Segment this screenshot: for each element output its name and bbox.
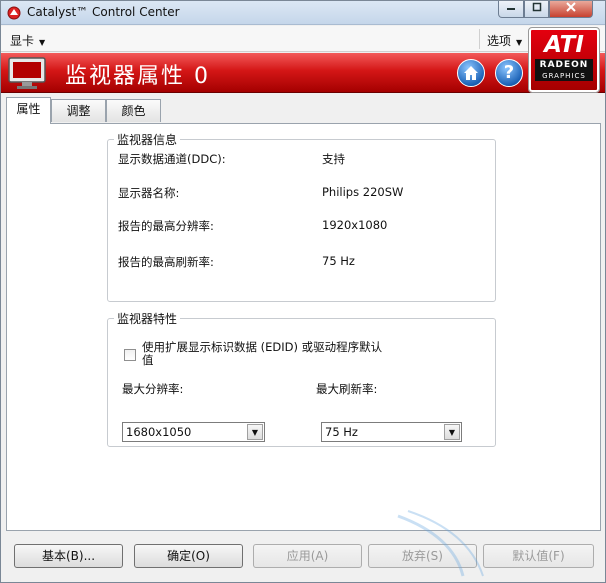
max-refresh-select[interactable]: 75 Hz ▼: [321, 422, 462, 442]
chevron-down-icon: ▼: [39, 38, 46, 47]
catalyst-app-icon: [7, 6, 21, 20]
maximize-icon: [532, 2, 541, 12]
close-button[interactable]: [549, 1, 593, 18]
defaults-button[interactable]: 默认值(F): [483, 544, 594, 568]
home-button[interactable]: [457, 59, 485, 87]
home-icon: [464, 66, 478, 80]
edid-checkbox[interactable]: [124, 349, 136, 361]
menu-options[interactable]: 选项 ▼: [479, 29, 532, 49]
tab-adjust[interactable]: 调整: [51, 99, 106, 122]
chevron-down-icon[interactable]: ▼: [247, 424, 263, 440]
ok-button[interactable]: 确定(O): [134, 544, 243, 568]
basic-button[interactable]: 基本(B)...: [14, 544, 123, 568]
ati-radeon-logo: ATI RADEON GRAPHICS: [528, 27, 600, 93]
chevron-down-icon: ▼: [516, 38, 523, 47]
page-header: 监视器属性 0 ?: [1, 53, 605, 93]
logo-line1: RADEON: [535, 59, 593, 72]
minimize-icon: [507, 8, 515, 10]
info-label-ddc: 显示数据通道(DDC):: [118, 152, 226, 166]
info-value-name: Philips 220SW: [322, 185, 404, 199]
close-icon: [566, 2, 576, 12]
info-value-max-res: 1920x1080: [322, 218, 388, 232]
chevron-down-icon[interactable]: ▼: [444, 424, 460, 440]
help-icon: ?: [503, 62, 515, 83]
max-refresh-label: 最大刷新率:: [316, 382, 378, 396]
group-title: 监视器信息: [114, 131, 181, 148]
title-bar[interactable]: Catalyst™ Control Center: [1, 1, 605, 25]
monitor-traits-group: 监视器特性 使用扩展显示标识数据 (EDID) 或驱动程序默认值 最大分辨率: …: [107, 310, 496, 447]
apply-button[interactable]: 应用(A): [253, 544, 362, 568]
menu-graphics-card[interactable]: 显卡 ▼: [10, 32, 45, 49]
tab-bar: 属性 调整 颜色: [6, 97, 601, 124]
info-label-max-res: 报告的最高分辨率:: [118, 219, 214, 233]
monitor-icon: [8, 57, 46, 89]
menu-graphics-card-label: 显卡: [10, 34, 35, 48]
properties-panel: 监视器信息 显示数据通道(DDC): 支持 显示器名称: Philips 220…: [6, 123, 601, 531]
tab-color[interactable]: 颜色: [106, 99, 161, 122]
menu-options-label: 选项: [487, 34, 512, 48]
help-button[interactable]: ?: [495, 59, 523, 87]
page-title: 监视器属性 0: [65, 64, 210, 89]
maximize-button[interactable]: [524, 1, 549, 18]
discard-button[interactable]: 放弃(S): [368, 544, 477, 568]
info-value-max-refresh: 75 Hz: [322, 254, 355, 268]
tab-properties[interactable]: 属性: [6, 97, 51, 124]
max-resolution-value: 1680x1050: [126, 425, 192, 439]
catalyst-window: Catalyst™ Control Center 显卡 ▼ 选项 ▼ 监视器属性 0: [0, 0, 606, 583]
edid-checkbox-label[interactable]: 使用扩展显示标识数据 (EDID) 或驱动程序默认值: [142, 341, 392, 367]
logo-brand: ATI: [544, 32, 584, 58]
info-value-ddc: 支持: [322, 152, 345, 166]
window-title: Catalyst™ Control Center: [27, 5, 180, 19]
info-label-name: 显示器名称:: [118, 186, 180, 200]
max-resolution-label: 最大分辨率:: [122, 382, 184, 396]
group-title: 监视器特性: [114, 310, 181, 327]
max-refresh-value: 75 Hz: [325, 425, 358, 439]
info-label-max-refresh: 报告的最高刷新率:: [118, 255, 214, 269]
menu-bar: 显卡 ▼ 选项 ▼: [1, 26, 605, 52]
logo-line2: GRAPHICS: [535, 72, 593, 81]
minimize-button[interactable]: [498, 1, 524, 18]
max-resolution-select[interactable]: 1680x1050 ▼: [122, 422, 265, 442]
monitor-info-group: 监视器信息 显示数据通道(DDC): 支持 显示器名称: Philips 220…: [107, 131, 496, 302]
